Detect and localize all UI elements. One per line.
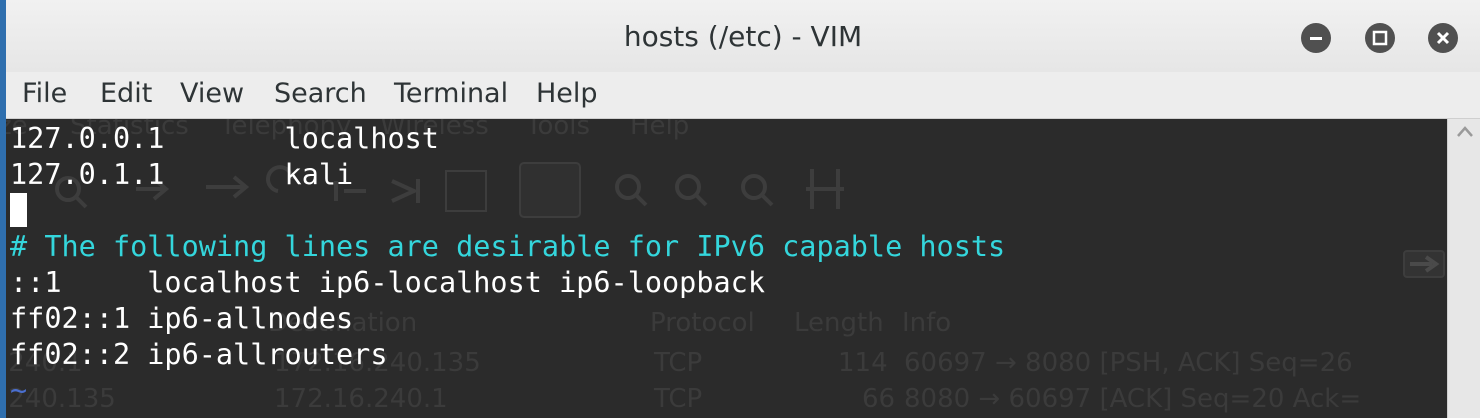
menu-view[interactable]: View — [180, 78, 244, 109]
scroll-up-icon[interactable] — [1456, 125, 1474, 139]
bg-col-length: Length — [794, 308, 884, 338]
title-bar[interactable]: hosts (/etc) - VIM — [6, 0, 1480, 72]
hosts-comment-line: # The following lines are desirable for … — [10, 230, 1006, 263]
menu-search[interactable]: Search — [274, 78, 367, 109]
vim-editor[interactable]: ze Statistics Telephony Wireless Tools H… — [6, 119, 1447, 418]
menu-bar: File Edit View Search Terminal Help — [6, 72, 1480, 119]
bg-col-protocol: Protocol — [650, 308, 755, 338]
minimize-icon[interactable] — [1301, 23, 1331, 53]
bg-arrow-icon — [1403, 250, 1445, 278]
bg-row-info: 8080 → 60697 [ACK] Seq=20 Ack= — [904, 384, 1362, 414]
bg-col-info: Info — [902, 308, 952, 338]
bg-menu-help: Help — [630, 119, 690, 141]
hosts-line: ff02::1 ip6-allnodes — [10, 302, 354, 335]
bg-menu-tools: Tools — [526, 119, 591, 141]
hosts-line: ::1 localhost ip6-localhost ip6-loopback — [10, 266, 765, 299]
menu-edit[interactable]: Edit — [100, 78, 152, 109]
window-title: hosts (/etc) - VIM — [623, 20, 863, 53]
text-cursor — [10, 193, 27, 227]
hosts-line: ff02::2 ip6-allrouters — [10, 338, 388, 371]
bg-row-length: 114 — [838, 348, 888, 378]
terminal-window: hosts (/etc) - VIM File Edit View Search… — [6, 0, 1480, 418]
bg-row-length: 66 — [862, 384, 896, 414]
hosts-line: 127.0.0.1 localhost — [10, 122, 439, 155]
maximize-icon[interactable] — [1365, 23, 1395, 53]
menu-terminal[interactable]: Terminal — [394, 78, 508, 109]
close-icon[interactable] — [1428, 23, 1458, 53]
bg-row-protocol: TCP — [654, 348, 703, 378]
empty-line-tilde: ~ — [10, 374, 28, 407]
bg-row-destination: 172.16.240.1 — [274, 384, 448, 414]
vertical-scrollbar[interactable] — [1447, 119, 1480, 418]
menu-file[interactable]: File — [22, 78, 67, 109]
menu-help[interactable]: Help — [536, 78, 598, 109]
bg-row-info: 60697 → 8080 [PSH, ACK] Seq=26 — [904, 348, 1353, 378]
hosts-line: 127.0.1.1 kali — [10, 158, 354, 191]
bg-row-protocol: TCP — [654, 384, 703, 414]
